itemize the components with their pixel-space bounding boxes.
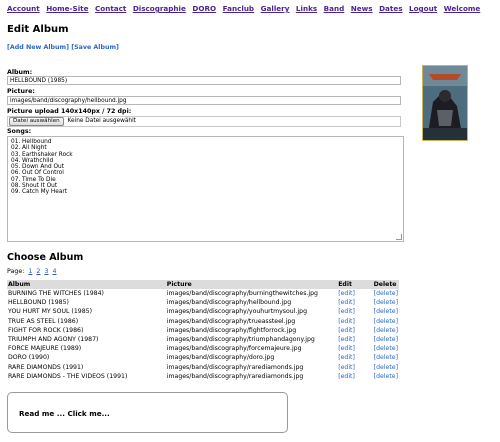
read-me-box[interactable]: Read me ... Click me... bbox=[7, 392, 288, 433]
edit-link[interactable]: [edit] bbox=[337, 372, 372, 381]
choose-album-title: Choose Album bbox=[7, 252, 84, 263]
picture-cell: images/band/discography/fightforrock.jpg bbox=[166, 326, 297, 334]
table-header-row: Album Picture Edit Delete bbox=[7, 280, 399, 289]
album-cell: TRUE AS STEEL (1986) bbox=[8, 317, 79, 325]
album-actions: [Add New Album] [Save Album] bbox=[7, 44, 119, 51]
edit-link[interactable]: [edit] bbox=[337, 298, 372, 307]
nav-link-logout[interactable]: Logout bbox=[409, 4, 437, 13]
album-name-input[interactable]: HELLBOUND (1985) bbox=[7, 76, 401, 85]
delete-link[interactable]: [delete] bbox=[373, 353, 399, 362]
table-row: BURNING THE WITCHES (1984) images/band/di… bbox=[7, 289, 399, 298]
nav-link-welcome[interactable]: Welcome bbox=[444, 4, 481, 13]
edit-link[interactable]: [edit] bbox=[337, 326, 372, 335]
pagination: Page: 1 2 3 4 bbox=[7, 268, 57, 275]
picture-label: Picture: bbox=[7, 88, 35, 95]
album-cover-image bbox=[422, 65, 468, 141]
delete-link[interactable]: [delete] bbox=[373, 289, 399, 298]
delete-link[interactable]: [delete] bbox=[373, 298, 399, 307]
songs-label: Songs: bbox=[7, 128, 32, 135]
album-label: Album: bbox=[7, 69, 33, 76]
column-header-album: Album bbox=[7, 280, 166, 289]
picture-cell: images/band/discography/youhurtmysoul.jp… bbox=[166, 308, 307, 316]
picture-path-input[interactable]: images/band/discography/hellbound.jpg bbox=[7, 96, 401, 105]
picture-upload-label: Picture upload 140x140px / 72 dpi: bbox=[7, 108, 132, 115]
album-cell: DORO (1990) bbox=[8, 354, 50, 362]
picture-cell: images/band/discography/doro.jpg bbox=[166, 354, 275, 362]
picture-cell: images/band/discography/burningthewitche… bbox=[166, 290, 318, 298]
nav-link-fanclub[interactable]: Fanclub bbox=[223, 4, 254, 13]
page-link-1[interactable]: 1 bbox=[28, 268, 32, 275]
albums-table: Album Picture Edit Delete BURNING THE WI… bbox=[7, 280, 399, 381]
song-line: 09. Catch My Heart bbox=[11, 189, 68, 196]
edit-link[interactable]: [edit] bbox=[337, 363, 372, 372]
table-row: DORO (1990) images/band/discography/doro.… bbox=[7, 353, 399, 362]
edit-link[interactable]: [edit] bbox=[337, 344, 372, 353]
picture-cell: images/band/discography/forcemajeure.jpg bbox=[166, 345, 302, 353]
choose-file-button[interactable]: Datei auswählen bbox=[9, 117, 64, 126]
add-new-album-link[interactable]: [Add New Album] bbox=[7, 44, 69, 51]
edit-link[interactable]: [edit] bbox=[337, 317, 372, 326]
nav-link-discographie[interactable]: Discographie bbox=[133, 4, 186, 13]
nav-link-account[interactable]: Account bbox=[7, 4, 40, 13]
nav-link-dates[interactable]: Dates bbox=[379, 4, 402, 13]
delete-link[interactable]: [delete] bbox=[373, 335, 399, 344]
edit-link[interactable]: [edit] bbox=[337, 307, 372, 316]
delete-link[interactable]: [delete] bbox=[373, 372, 399, 381]
delete-link[interactable]: [delete] bbox=[373, 326, 399, 335]
table-row: FORCE MAJEURE (1989) images/band/discogra… bbox=[7, 344, 399, 353]
nav-link-links[interactable]: Links bbox=[296, 4, 317, 13]
album-cell: YOU HURT MY SOUL (1985) bbox=[8, 308, 92, 316]
table-row: TRUE AS STEEL (1986) images/band/discogra… bbox=[7, 317, 399, 326]
column-header-picture: Picture bbox=[165, 280, 338, 289]
delete-link[interactable]: [delete] bbox=[373, 363, 399, 372]
album-cover-art bbox=[423, 66, 467, 140]
picture-cell: images/band/discography/rarediamonds.jpg bbox=[166, 363, 304, 371]
table-row: YOU HURT MY SOUL (1985) images/band/disco… bbox=[7, 307, 399, 316]
delete-link[interactable]: [delete] bbox=[373, 307, 399, 316]
edit-link[interactable]: [edit] bbox=[337, 335, 372, 344]
album-cell: RARE DIAMONDS - THE VIDEOS (1991) bbox=[8, 372, 128, 380]
column-header-edit: Edit bbox=[337, 280, 373, 289]
page-label: Page: bbox=[7, 268, 25, 275]
table-row: HELLBOUND (1985) images/band/discography/… bbox=[7, 298, 399, 307]
page-link-3[interactable]: 3 bbox=[44, 268, 48, 275]
read-me-text: Read me ... Click me... bbox=[19, 409, 110, 418]
nav-link-contact[interactable]: Contact bbox=[95, 4, 126, 13]
album-cell: FIGHT FOR ROCK (1986) bbox=[8, 326, 84, 334]
table-row: RARE DIAMONDS - THE VIDEOS (1991) images/… bbox=[7, 372, 399, 381]
table-row: RARE DIAMONDS (1991) images/band/discogra… bbox=[7, 363, 399, 372]
table-row: FIGHT FOR ROCK (1986) images/band/discogr… bbox=[7, 326, 399, 335]
picture-cell: images/band/discography/hellbound.jpg bbox=[166, 299, 292, 307]
delete-link[interactable]: [delete] bbox=[373, 344, 399, 353]
edit-link[interactable]: [edit] bbox=[337, 353, 372, 362]
edit-link[interactable]: [edit] bbox=[337, 289, 372, 298]
album-cell: FORCE MAJEURE (1989) bbox=[8, 345, 82, 353]
picture-cell: images/band/discography/trueassteel.jpg bbox=[166, 317, 296, 325]
file-status-text: Keine Datei ausgewählt bbox=[67, 118, 136, 124]
picture-cell: images/band/discography/rarediamonds.jpg bbox=[166, 372, 304, 380]
nav-link-gallery[interactable]: Gallery bbox=[261, 4, 290, 13]
file-upload-field: Datei auswählen Keine Datei ausgewählt bbox=[7, 116, 401, 127]
album-cell: TRIUMPH AND AGONY (1987) bbox=[8, 336, 99, 344]
nav-link-band[interactable]: Band bbox=[324, 4, 345, 13]
album-cell: HELLBOUND (1985) bbox=[8, 299, 69, 307]
songs-textarea[interactable]: 01. Hellbound 02. All Night 03. Earthsha… bbox=[7, 136, 404, 242]
picture-cell: images/band/discography/triumphandagony.… bbox=[166, 336, 315, 344]
album-cell: BURNING THE WITCHES (1984) bbox=[8, 290, 104, 298]
page-link-4[interactable]: 4 bbox=[52, 268, 56, 275]
top-nav: Account Home-Site Contact Discographie D… bbox=[7, 4, 484, 13]
nav-link-news[interactable]: News bbox=[351, 4, 373, 13]
nav-link-doro[interactable]: DORO bbox=[192, 4, 216, 13]
table-row: TRIUMPH AND AGONY (1987) images/band/disc… bbox=[7, 335, 399, 344]
album-cell: RARE DIAMONDS (1991) bbox=[8, 363, 84, 371]
edit-album-title: Edit Album bbox=[7, 24, 69, 35]
page-link-2[interactable]: 2 bbox=[36, 268, 40, 275]
delete-link[interactable]: [delete] bbox=[373, 317, 399, 326]
textarea-resize-handle[interactable] bbox=[396, 234, 402, 240]
save-album-link[interactable]: [Save Album] bbox=[71, 44, 119, 51]
nav-link-home-site[interactable]: Home-Site bbox=[46, 4, 88, 13]
column-header-delete: Delete bbox=[372, 280, 399, 289]
